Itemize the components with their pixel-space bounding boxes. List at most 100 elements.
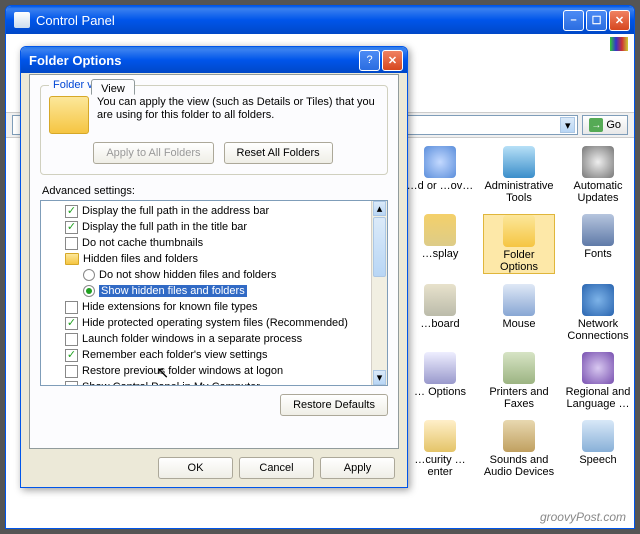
tree-label: Show Control Panel in My Computer [82, 381, 260, 386]
maximize-button[interactable]: ☐ [586, 10, 607, 31]
cp-item-icon [424, 214, 456, 246]
tree-row[interactable]: Display the full path in the title bar [43, 219, 385, 235]
dialog-button-row: OK Cancel Apply [158, 457, 395, 479]
tab-view-pane: Folder views You can apply the view (suc… [29, 74, 399, 449]
cp-item-icon [503, 284, 535, 316]
radio[interactable] [83, 285, 95, 297]
folder-options-titlebar[interactable]: Folder Options ? ✕ [21, 47, 407, 73]
cp-item[interactable]: Fonts [562, 214, 633, 274]
tree-row[interactable]: Launch folder windows in a separate proc… [43, 331, 385, 347]
checkbox[interactable] [65, 349, 78, 362]
scroll-up-button[interactable]: ▴ [373, 201, 386, 216]
restore-defaults-button[interactable]: Restore Defaults [280, 394, 388, 416]
cp-item[interactable]: …curity …enter [404, 420, 476, 478]
checkbox[interactable] [65, 381, 78, 387]
cp-item-label: Mouse [502, 318, 535, 330]
checkbox[interactable] [65, 301, 78, 314]
tree-row[interactable]: Remember each folder's view settings [43, 347, 385, 363]
checkbox[interactable] [65, 317, 78, 330]
tree-label: Restore previous folder windows at logon [82, 365, 283, 377]
scroll-down-button[interactable]: ▾ [373, 370, 386, 385]
cp-item-label: Printers and Faxes [483, 386, 555, 410]
cp-item[interactable]: Folder Options [483, 214, 555, 274]
cp-item-label: Network Connections [562, 318, 633, 342]
cp-item-icon [582, 352, 614, 384]
cp-item-label: …d or …ov… [407, 180, 474, 192]
go-arrow-icon: → [589, 118, 603, 132]
cp-item[interactable]: Speech [562, 420, 633, 478]
tree-label: Hide protected operating system files (R… [82, 317, 348, 329]
tree-row[interactable]: Hide extensions for known file types [43, 299, 385, 315]
control-panel-titlebar[interactable]: Control Panel – ☐ ✕ [6, 6, 634, 34]
tree-label: Do not cache thumbnails [82, 237, 203, 249]
cp-item-label: Speech [579, 454, 616, 466]
scrollbar[interactable]: ▴ ▾ [371, 201, 387, 385]
tree-row[interactable]: Hide protected operating system files (R… [43, 315, 385, 331]
minimize-button[interactable]: – [563, 10, 584, 31]
control-panel-icon [14, 12, 30, 28]
scroll-thumb[interactable] [373, 217, 386, 277]
checkbox[interactable] [65, 237, 78, 250]
cp-item-icon [503, 146, 535, 178]
cp-item-icon [582, 284, 614, 316]
tree-row[interactable]: Show Control Panel in My Computer [43, 379, 385, 386]
dialog-close-button[interactable]: ✕ [382, 50, 403, 71]
cp-item-label: Fonts [584, 248, 612, 260]
advanced-settings-tree[interactable]: Display the full path in the address bar… [40, 200, 388, 386]
tree-label: Hide extensions for known file types [82, 301, 257, 313]
cp-item[interactable]: Mouse [483, 284, 555, 342]
folder-views-icon [49, 96, 89, 134]
cp-item[interactable]: Administrative Tools [483, 146, 555, 204]
windows-flag-icon [610, 37, 628, 51]
cancel-button[interactable]: Cancel [239, 457, 314, 479]
cp-item-icon [424, 352, 456, 384]
control-panel-icon-grid: …d or …ov… Administrative ToolsAutomatic … [402, 140, 633, 506]
cp-item-label: Folder Options [484, 249, 554, 273]
tree-label: Display the full path in the title bar [82, 221, 247, 233]
ok-button[interactable]: OK [158, 457, 233, 479]
cp-item[interactable]: Automatic Updates [562, 146, 633, 204]
checkbox[interactable] [65, 333, 78, 346]
tree-row[interactable]: Restore previous folder windows at logon [43, 363, 385, 379]
cp-item[interactable]: …d or …ov… [404, 146, 476, 204]
cp-item[interactable]: Regional and Language … [562, 352, 633, 410]
tree-label: Launch folder windows in a separate proc… [82, 333, 302, 345]
cp-item-icon [424, 420, 456, 452]
checkbox[interactable] [65, 205, 78, 218]
chevron-down-icon[interactable]: ▾ [560, 117, 575, 133]
go-label: Go [606, 119, 621, 131]
advanced-settings-label: Advanced settings: [42, 185, 388, 197]
tree-label: Remember each folder's view settings [82, 349, 268, 361]
reset-all-folders-button[interactable]: Reset All Folders [224, 142, 333, 164]
cp-item[interactable]: Network Connections [562, 284, 633, 342]
cp-item[interactable]: … Options [404, 352, 476, 410]
tree-row[interactable]: Do not show hidden files and folders [43, 267, 385, 283]
checkbox[interactable] [65, 221, 78, 234]
apply-button[interactable]: Apply [320, 457, 395, 479]
radio[interactable] [83, 269, 95, 281]
control-panel-title: Control Panel [36, 13, 563, 28]
tree-label: Show hidden files and folders [99, 285, 247, 297]
cp-item-icon [503, 420, 535, 452]
tree-row[interactable]: Hidden files and folders [43, 251, 385, 267]
cp-item-label: … Options [414, 386, 466, 398]
tree-row[interactable]: Do not cache thumbnails [43, 235, 385, 251]
tree-label: Hidden files and folders [83, 253, 198, 265]
cp-item[interactable]: Printers and Faxes [483, 352, 555, 410]
cp-item-label: Sounds and Audio Devices [483, 454, 555, 478]
tab-view[interactable]: View [91, 79, 135, 95]
close-button[interactable]: ✕ [609, 10, 630, 31]
cp-item[interactable]: …splay [404, 214, 476, 274]
go-button[interactable]: → Go [582, 115, 628, 135]
checkbox[interactable] [65, 365, 78, 378]
cp-item-icon [582, 420, 614, 452]
cp-item-icon [424, 146, 456, 178]
help-button[interactable]: ? [359, 50, 380, 71]
cp-item[interactable]: Sounds and Audio Devices [483, 420, 555, 478]
cp-item-icon [503, 352, 535, 384]
cp-item-icon [582, 214, 614, 246]
tree-row[interactable]: Display the full path in the address bar [43, 203, 385, 219]
tree-label: Do not show hidden files and folders [99, 269, 276, 281]
tree-row[interactable]: Show hidden files and folders [43, 283, 385, 299]
cp-item[interactable]: …board [404, 284, 476, 342]
